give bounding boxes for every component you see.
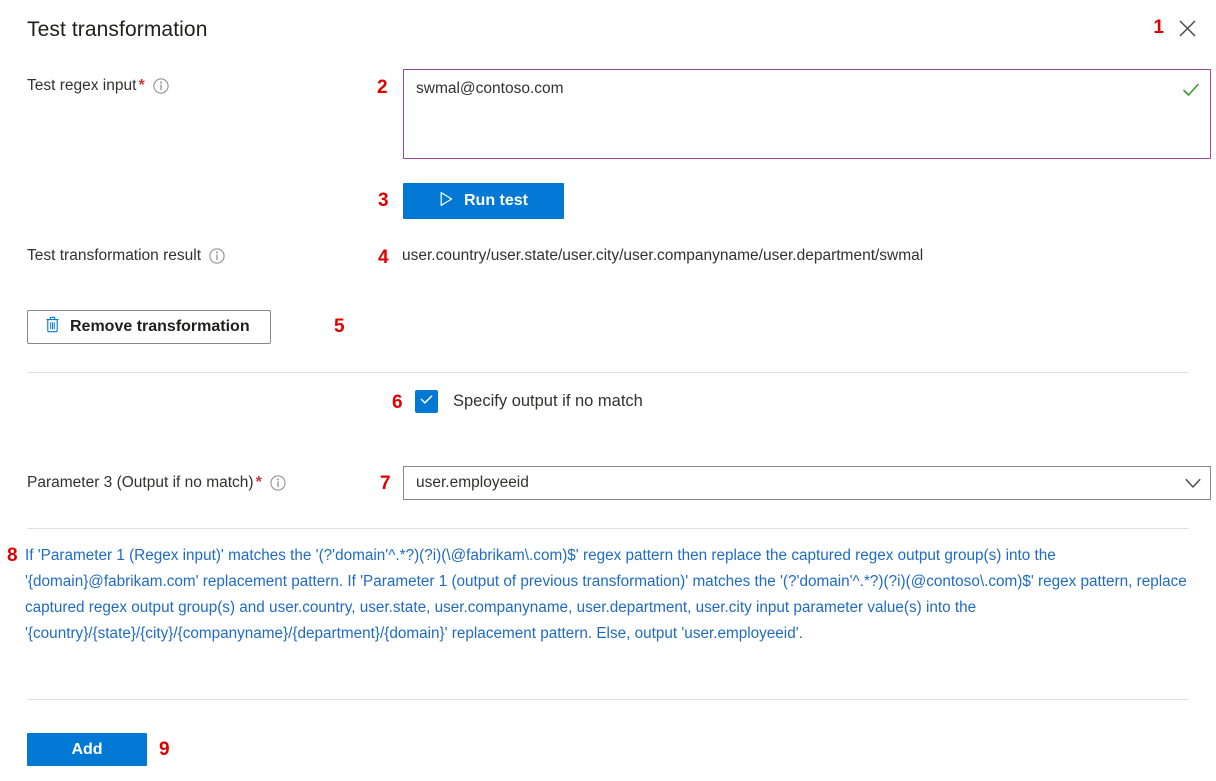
callout-marker-7: 7 [380, 474, 391, 493]
test-result-label-row: Test transformation result [27, 247, 225, 265]
test-regex-input-container[interactable] [403, 69, 1211, 159]
specify-output-label: Specify output if no match [453, 392, 643, 411]
required-asterisk: * [138, 77, 144, 95]
trash-icon [45, 316, 60, 338]
specify-output-checkbox[interactable] [415, 390, 438, 413]
test-regex-input-label: Test regex input [27, 77, 136, 95]
parameter3-dropdown[interactable]: user.employeeid [403, 466, 1211, 500]
run-test-label: Run test [464, 192, 528, 210]
add-button-label: Add [71, 741, 102, 759]
remove-transformation-label: Remove transformation [70, 318, 250, 336]
callout-marker-3: 3 [378, 191, 389, 210]
callout-marker-4: 4 [378, 248, 389, 267]
parameter3-selected-value: user.employeeid [404, 474, 1176, 492]
parameter3-label: Parameter 3 (Output if no match) [27, 474, 254, 492]
info-circle-icon[interactable] [153, 78, 169, 94]
checkmark-icon [419, 392, 434, 412]
run-test-button[interactable]: Run test [403, 183, 564, 219]
section-divider [27, 528, 1189, 529]
callout-marker-5: 5 [334, 317, 345, 336]
callout-marker-1: 1 [1153, 18, 1164, 37]
callout-marker-2: 2 [377, 78, 388, 97]
test-result-label: Test transformation result [27, 247, 201, 265]
transformation-description: If 'Parameter 1 (Regex input)' matches t… [25, 543, 1193, 647]
close-icon [1179, 20, 1196, 40]
test-result-value: user.country/user.state/user.city/user.c… [402, 247, 923, 265]
test-regex-input-label-row: Test regex input * [27, 77, 169, 95]
specify-output-checkbox-row[interactable]: Specify output if no match [415, 390, 643, 413]
callout-marker-6: 6 [392, 393, 403, 412]
close-button[interactable] [1170, 13, 1204, 47]
test-regex-input[interactable] [404, 70, 1210, 158]
chevron-down-icon[interactable] [1176, 478, 1210, 489]
section-divider [27, 699, 1189, 700]
info-circle-icon[interactable] [209, 248, 225, 264]
page-title: Test transformation [27, 18, 207, 42]
remove-transformation-button[interactable]: Remove transformation [27, 310, 271, 344]
play-triangle-icon [439, 191, 454, 212]
add-button[interactable]: Add [27, 733, 147, 766]
info-circle-icon[interactable] [270, 475, 286, 491]
required-asterisk: * [256, 474, 262, 492]
section-divider [27, 372, 1189, 373]
callout-marker-8: 8 [7, 546, 18, 565]
parameter3-label-row: Parameter 3 (Output if no match) * [27, 474, 286, 492]
callout-marker-9: 9 [159, 740, 170, 759]
